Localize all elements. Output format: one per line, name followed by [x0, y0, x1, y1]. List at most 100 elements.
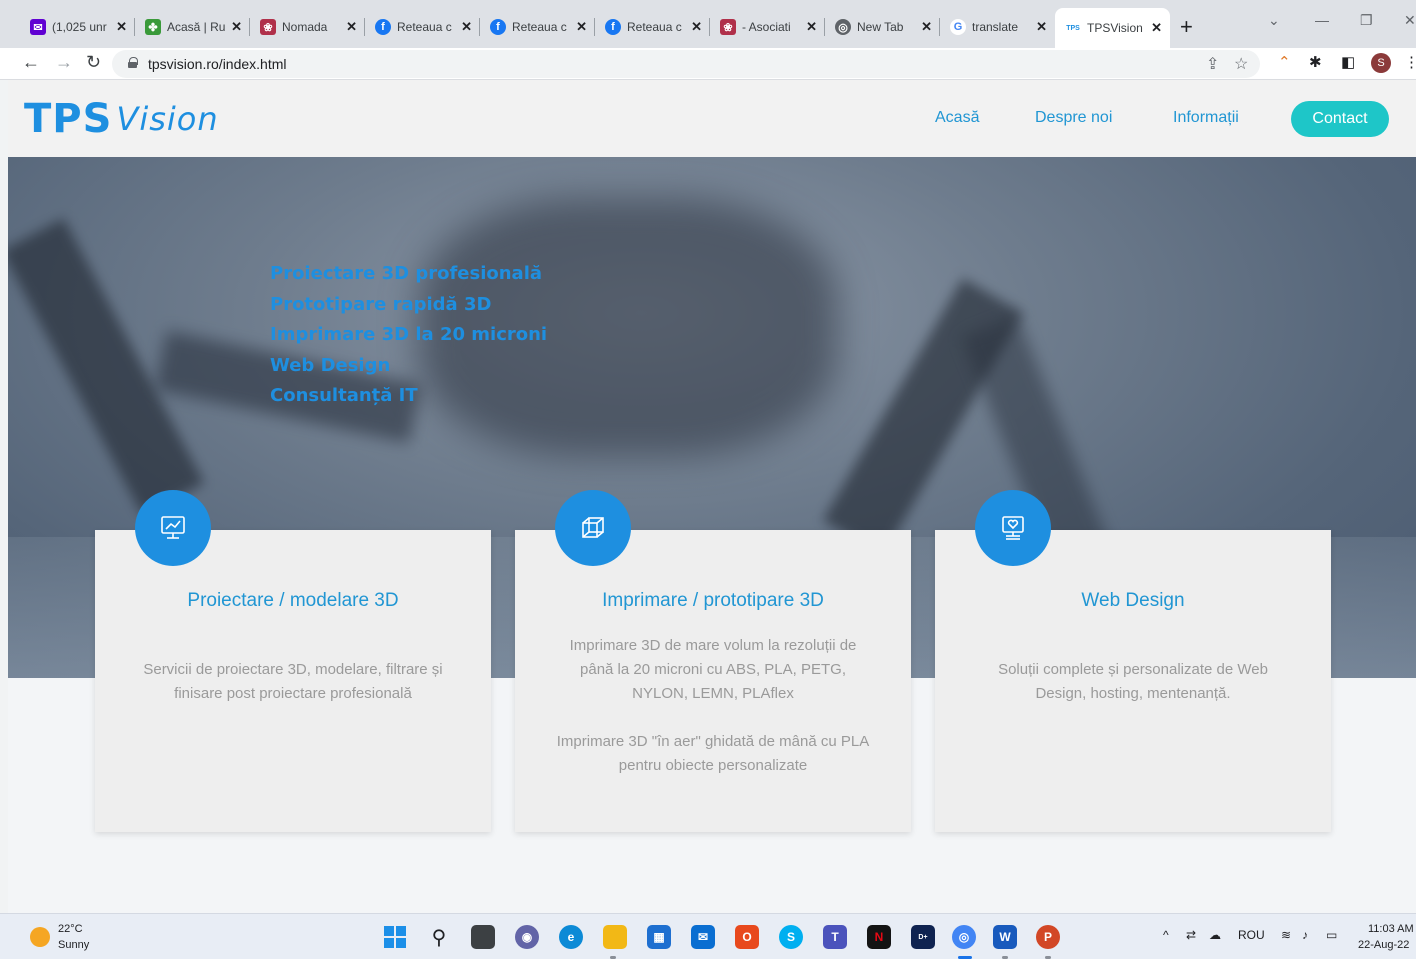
- chat-icon[interactable]: ◉: [515, 925, 539, 949]
- lock-icon[interactable]: [128, 57, 138, 68]
- edge-icon[interactable]: e: [559, 925, 583, 949]
- close-tab-icon[interactable]: ✕: [346, 19, 357, 35]
- monitor-heart-icon: [975, 490, 1051, 566]
- chrome-icon: ◎: [835, 19, 851, 35]
- bookmark-star-icon[interactable]: ☆: [1234, 54, 1248, 74]
- browser-tab[interactable]: ❀ Nomada ✕: [250, 8, 365, 46]
- skype-icon[interactable]: S: [779, 925, 803, 949]
- chrome-taskbar-icon[interactable]: ◎: [952, 925, 976, 949]
- task-view-icon[interactable]: [471, 925, 495, 949]
- nav-about-link[interactable]: Despre noi: [1035, 109, 1112, 127]
- contact-button[interactable]: Contact: [1291, 101, 1389, 137]
- browser-tab[interactable]: ◎ New Tab ✕: [825, 8, 940, 46]
- tab-title: Reteaua c: [627, 20, 682, 34]
- logo-vision-text: Vision: [116, 100, 219, 138]
- close-window-icon[interactable]: ✕: [1404, 12, 1416, 29]
- browser-tab[interactable]: ❀ - Asociati ✕: [710, 8, 825, 46]
- reload-icon[interactable]: ↻: [86, 52, 101, 73]
- tab-search-icon[interactable]: ⌄: [1268, 12, 1280, 29]
- mail-app-icon[interactable]: ✉: [691, 925, 715, 949]
- store-icon[interactable]: ▦: [647, 925, 671, 949]
- hero-item: Prototipare rapidă 3D: [270, 293, 492, 315]
- google-icon: G: [950, 19, 966, 35]
- share-icon[interactable]: ⇪: [1206, 54, 1219, 74]
- wifi-icon[interactable]: ≋: [1281, 928, 1291, 942]
- tab-title: Nomada: [282, 20, 328, 34]
- facebook-icon: f: [605, 19, 621, 35]
- browser-tab[interactable]: f Reteaua c ✕: [365, 8, 480, 46]
- url-text[interactable]: tpsvision.ro/index.html: [148, 56, 287, 72]
- tab-title: Reteaua c: [397, 20, 452, 34]
- cube-icon: [555, 490, 631, 566]
- file-explorer-icon[interactable]: [603, 925, 627, 949]
- site-header: TPS Vision Acasă Despre noi Informații C…: [8, 80, 1416, 157]
- netflix-icon[interactable]: N: [867, 925, 891, 949]
- profile-avatar[interactable]: S: [1371, 53, 1391, 73]
- hero-item: Consultanță IT: [270, 385, 418, 406]
- nav-home-link[interactable]: Acasă: [935, 109, 979, 127]
- network-activity-icon[interactable]: ⇄: [1186, 928, 1196, 942]
- hero-item: Proiectare 3D profesională: [270, 263, 543, 284]
- office-icon[interactable]: O: [735, 925, 759, 949]
- leaf-icon: ✤: [145, 19, 161, 35]
- battery-icon[interactable]: ▭: [1326, 928, 1337, 942]
- browser-tab[interactable]: G translate ✕: [940, 8, 1055, 46]
- tab-title: translate: [972, 20, 1019, 34]
- clock-date[interactable]: 22-Aug-22: [1358, 939, 1409, 951]
- cloud-icon[interactable]: ☁: [1209, 928, 1221, 942]
- close-tab-icon[interactable]: ✕: [921, 19, 932, 35]
- side-panel-icon[interactable]: ◧: [1341, 53, 1355, 71]
- puzzle-extensions-icon[interactable]: ✱: [1309, 53, 1322, 71]
- hero-item: Web Design: [270, 354, 391, 376]
- weather-temperature[interactable]: 22°C: [58, 923, 83, 935]
- monitor-chart-icon: [135, 490, 211, 566]
- close-tab-icon[interactable]: ✕: [1036, 19, 1047, 35]
- service-card: Proiectare / modelare 3D Servicii de pro…: [95, 490, 491, 832]
- tab-title: TPSVision: [1087, 21, 1143, 35]
- search-icon[interactable]: ⚲: [427, 925, 451, 949]
- flower-icon: ❀: [720, 19, 736, 35]
- nav-info-link[interactable]: Informații: [1173, 109, 1239, 127]
- browser-tab-bar: ✉ (1,025 unr ✕ ✤ Acasă | Ru ✕ ❀ Nomada ✕…: [0, 0, 1416, 48]
- address-bar[interactable]: tpsvision.ro/index.html ⇪ ☆: [112, 50, 1260, 78]
- site-logo[interactable]: TPS Vision: [24, 98, 219, 140]
- volume-icon[interactable]: ♪: [1302, 928, 1308, 942]
- back-icon[interactable]: ←: [22, 52, 40, 73]
- clock-time[interactable]: 11:03 AM: [1368, 923, 1414, 935]
- browser-tab-active[interactable]: TPS TPSVision ✕: [1055, 8, 1170, 48]
- browser-tab[interactable]: ✉ (1,025 unr ✕: [20, 8, 135, 46]
- close-tab-icon[interactable]: ✕: [691, 19, 702, 35]
- close-tab-icon[interactable]: ✕: [806, 19, 817, 35]
- card-description: Imprimare 3D de mare volum la rezoluții …: [569, 637, 857, 702]
- new-tab-icon[interactable]: +: [1180, 14, 1193, 40]
- weather-condition[interactable]: Sunny: [58, 939, 89, 951]
- card-title: Proiectare / modelare 3D: [187, 590, 399, 611]
- tab-title: New Tab: [857, 20, 904, 34]
- browser-toolbar: ← → ↻ tpsvision.ro/index.html ⇪ ☆ ⌃ ✱ ◧ …: [0, 48, 1416, 80]
- browser-tab[interactable]: ✤ Acasă | Ru ✕: [135, 8, 250, 46]
- close-tab-icon[interactable]: ✕: [1151, 20, 1162, 36]
- close-tab-icon[interactable]: ✕: [231, 19, 242, 35]
- flower-icon: ❀: [260, 19, 276, 35]
- restore-icon[interactable]: ❐: [1360, 12, 1373, 29]
- menu-kebab-icon[interactable]: ⋮: [1404, 53, 1416, 71]
- browser-tab[interactable]: f Reteaua c ✕: [595, 8, 710, 46]
- language-indicator[interactable]: ROU: [1238, 928, 1265, 942]
- windows-taskbar: 22°C Sunny ⚲ ◉ e ▦ ✉ O S T N D+ ◎ W P ^ …: [0, 913, 1416, 959]
- teams-icon[interactable]: T: [823, 925, 847, 949]
- tray-overflow-icon[interactable]: ^: [1163, 928, 1169, 942]
- disney-plus-icon[interactable]: D+: [911, 925, 935, 949]
- windows-start-icon[interactable]: [383, 925, 407, 949]
- service-card: Imprimare / prototipare 3D Imprimare 3D …: [515, 490, 911, 832]
- close-tab-icon[interactable]: ✕: [576, 19, 587, 35]
- browser-tab[interactable]: f Reteaua c ✕: [480, 8, 595, 46]
- minimize-icon[interactable]: —: [1315, 12, 1329, 28]
- close-tab-icon[interactable]: ✕: [116, 19, 127, 35]
- weather-sun-icon[interactable]: [30, 927, 50, 947]
- close-tab-icon[interactable]: ✕: [461, 19, 472, 35]
- powerpoint-icon[interactable]: P: [1036, 925, 1060, 949]
- card-description: Servicii de proiectare 3D, modelare, fil…: [143, 661, 443, 702]
- word-icon[interactable]: W: [993, 925, 1017, 949]
- forward-icon[interactable]: →: [55, 52, 73, 73]
- extension-icon[interactable]: ⌃: [1278, 53, 1291, 71]
